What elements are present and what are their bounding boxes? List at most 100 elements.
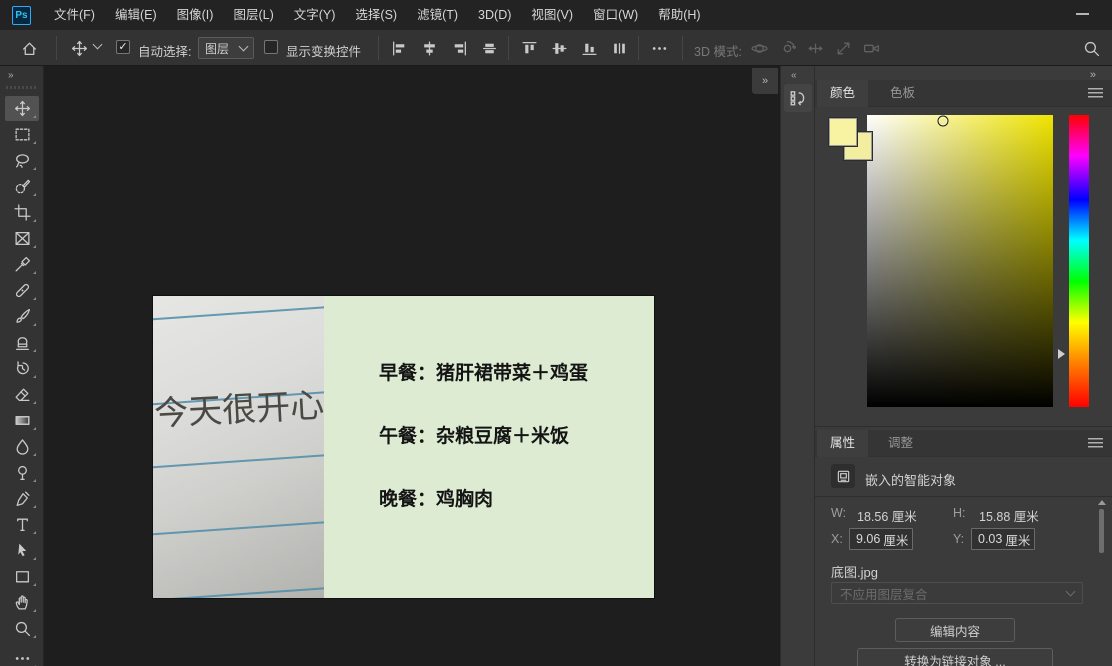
color-panel-tab-bar: 颜色 色板 xyxy=(815,80,1112,107)
eraser-tool[interactable] xyxy=(5,382,39,407)
auto-select-checkbox[interactable]: ✓ xyxy=(116,40,130,54)
color-picker-field[interactable] xyxy=(867,115,1053,407)
align-left-button[interactable] xyxy=(388,37,410,59)
toolbar-grip[interactable] xyxy=(6,86,38,89)
minimize-icon xyxy=(1076,13,1089,15)
tool-bar: » xyxy=(0,66,44,666)
expand-dock-button[interactable]: » xyxy=(752,68,778,94)
auto-select-target-dropdown[interactable]: 图层 xyxy=(198,37,254,59)
move-tool[interactable] xyxy=(5,96,39,121)
menu-item[interactable]: 文字(Y) xyxy=(284,0,346,30)
layer-comp-dropdown: 不应用图层复合 xyxy=(831,582,1083,604)
foreground-color-swatch[interactable] xyxy=(829,118,857,146)
scrollbar[interactable] xyxy=(1098,500,1105,562)
rectangle-tool[interactable] xyxy=(5,564,39,589)
meal-line: 午餐：杂粮豆腐＋米饭 xyxy=(379,421,569,448)
icon-panel-dock: « xyxy=(780,66,814,666)
blur-tool[interactable] xyxy=(5,434,39,459)
w-label: W: xyxy=(831,506,846,520)
meal-line: 早餐：猪肝裙带菜＋鸡蛋 xyxy=(379,358,588,385)
crop-tool[interactable] xyxy=(5,200,39,225)
rectangular-marquee-tool[interactable] xyxy=(5,122,39,147)
3d-pan-button xyxy=(804,37,826,59)
home-button[interactable] xyxy=(18,37,40,59)
path-selection-tool[interactable] xyxy=(5,538,39,563)
align-top-button[interactable] xyxy=(518,37,540,59)
w-value: 18.56 厘米 xyxy=(857,506,917,525)
menu-bar: 文件(F)编辑(E)图像(I)图层(L)文字(Y)选择(S)滤镜(T)3D(D)… xyxy=(44,0,711,30)
brush-tool[interactable] xyxy=(5,304,39,329)
hue-slider-marker[interactable] xyxy=(1058,349,1065,359)
3d-slide-button xyxy=(832,37,854,59)
dodge-tool[interactable] xyxy=(5,460,39,485)
3d-mode-label: 3D 模式: xyxy=(694,41,742,60)
zoom-tool[interactable] xyxy=(5,616,39,641)
menu-item[interactable]: 编辑(E) xyxy=(105,0,167,30)
layer-comp-value: 不应用图层复合 xyxy=(840,584,928,603)
ruled-line xyxy=(153,452,324,470)
tab-color[interactable]: 颜色 xyxy=(817,80,868,107)
scroll-up-icon xyxy=(1098,500,1106,505)
show-transform-checkbox[interactable] xyxy=(264,40,278,54)
distribute-v-button[interactable] xyxy=(608,37,630,59)
menu-item[interactable]: 3D(D) xyxy=(468,0,521,30)
color-panel-menu-icon[interactable] xyxy=(1088,88,1103,99)
separator xyxy=(378,36,379,60)
smart-object-icon xyxy=(831,464,855,488)
align-center-h-button[interactable] xyxy=(418,37,440,59)
convert-to-linked-button[interactable]: 转换为链接对象 ... xyxy=(857,648,1053,666)
panel-divider xyxy=(815,426,1112,427)
auto-select-label: 自动选择: xyxy=(138,41,191,60)
menu-item[interactable]: 图像(I) xyxy=(167,0,224,30)
type-tool[interactable] xyxy=(5,512,39,537)
eyedropper-tool[interactable] xyxy=(5,252,39,277)
minimize-button[interactable] xyxy=(1064,0,1100,28)
options-bar: ✓ 自动选择: 图层 显示变换控件 3D 模式: xyxy=(0,30,1112,66)
3d-camera-button xyxy=(860,37,882,59)
separator xyxy=(682,36,683,60)
lasso-tool[interactable] xyxy=(5,148,39,173)
3d-orbit-button xyxy=(748,37,770,59)
align-center-v-button[interactable] xyxy=(548,37,570,59)
tab-properties[interactable]: 属性 xyxy=(817,430,868,457)
document-canvas[interactable]: 今天很开心 早餐：猪肝裙带菜＋鸡蛋午餐：杂粮豆腐＋米饭晚餐：鸡胸肉 xyxy=(153,296,654,598)
history-panel-icon[interactable] xyxy=(784,84,812,112)
quick-selection-tool[interactable] xyxy=(5,174,39,199)
align-right-button[interactable] xyxy=(448,37,470,59)
spot-healing-brush-tool[interactable] xyxy=(5,278,39,303)
menu-item[interactable]: 图层(L) xyxy=(223,0,283,30)
separator xyxy=(638,36,639,60)
color-picker-marker[interactable] xyxy=(938,115,949,126)
menu-item[interactable]: 文件(F) xyxy=(44,0,105,30)
chevron-down-icon[interactable] xyxy=(93,40,103,50)
menu-item[interactable]: 选择(S) xyxy=(345,0,407,30)
search-icon[interactable] xyxy=(1080,37,1102,59)
align-bottom-button[interactable] xyxy=(578,37,600,59)
menu-item[interactable]: 滤镜(T) xyxy=(407,0,468,30)
properties-panel-menu-icon[interactable] xyxy=(1088,438,1103,449)
hand-tool[interactable] xyxy=(5,590,39,615)
x-input[interactable]: 9.06厘米 xyxy=(849,528,913,550)
gradient-tool[interactable] xyxy=(5,408,39,433)
photoshop-window: Ps 文件(F)编辑(E)图像(I)图层(L)文字(Y)选择(S)滤镜(T)3D… xyxy=(0,0,1112,666)
toolbar-collapse-button[interactable]: » xyxy=(8,70,13,81)
y-input[interactable]: 0.03厘米 xyxy=(971,528,1035,550)
move-tool-options-icon[interactable] xyxy=(68,37,90,59)
tab-adjustments[interactable]: 调整 xyxy=(875,430,926,457)
menu-item[interactable]: 视图(V) xyxy=(521,0,583,30)
menu-item[interactable]: 窗口(W) xyxy=(583,0,648,30)
more-tools-button[interactable] xyxy=(5,646,39,666)
frame-tool[interactable] xyxy=(5,226,39,251)
pen-tool[interactable] xyxy=(5,486,39,511)
edit-contents-button[interactable]: 编辑内容 xyxy=(895,618,1015,642)
more-align-options-button[interactable] xyxy=(648,37,670,59)
expand-panels-button[interactable]: « xyxy=(791,70,797,81)
tab-swatches[interactable]: 色板 xyxy=(877,80,928,107)
menu-item[interactable]: 帮助(H) xyxy=(648,0,710,30)
distribute-h-button[interactable] xyxy=(478,37,500,59)
history-brush-tool[interactable] xyxy=(5,356,39,381)
hue-slider[interactable] xyxy=(1069,115,1089,407)
clone-stamp-tool[interactable] xyxy=(5,330,39,355)
chevron-down-icon xyxy=(239,42,249,52)
properties-tab-bar: 属性 调整 xyxy=(815,430,1112,457)
